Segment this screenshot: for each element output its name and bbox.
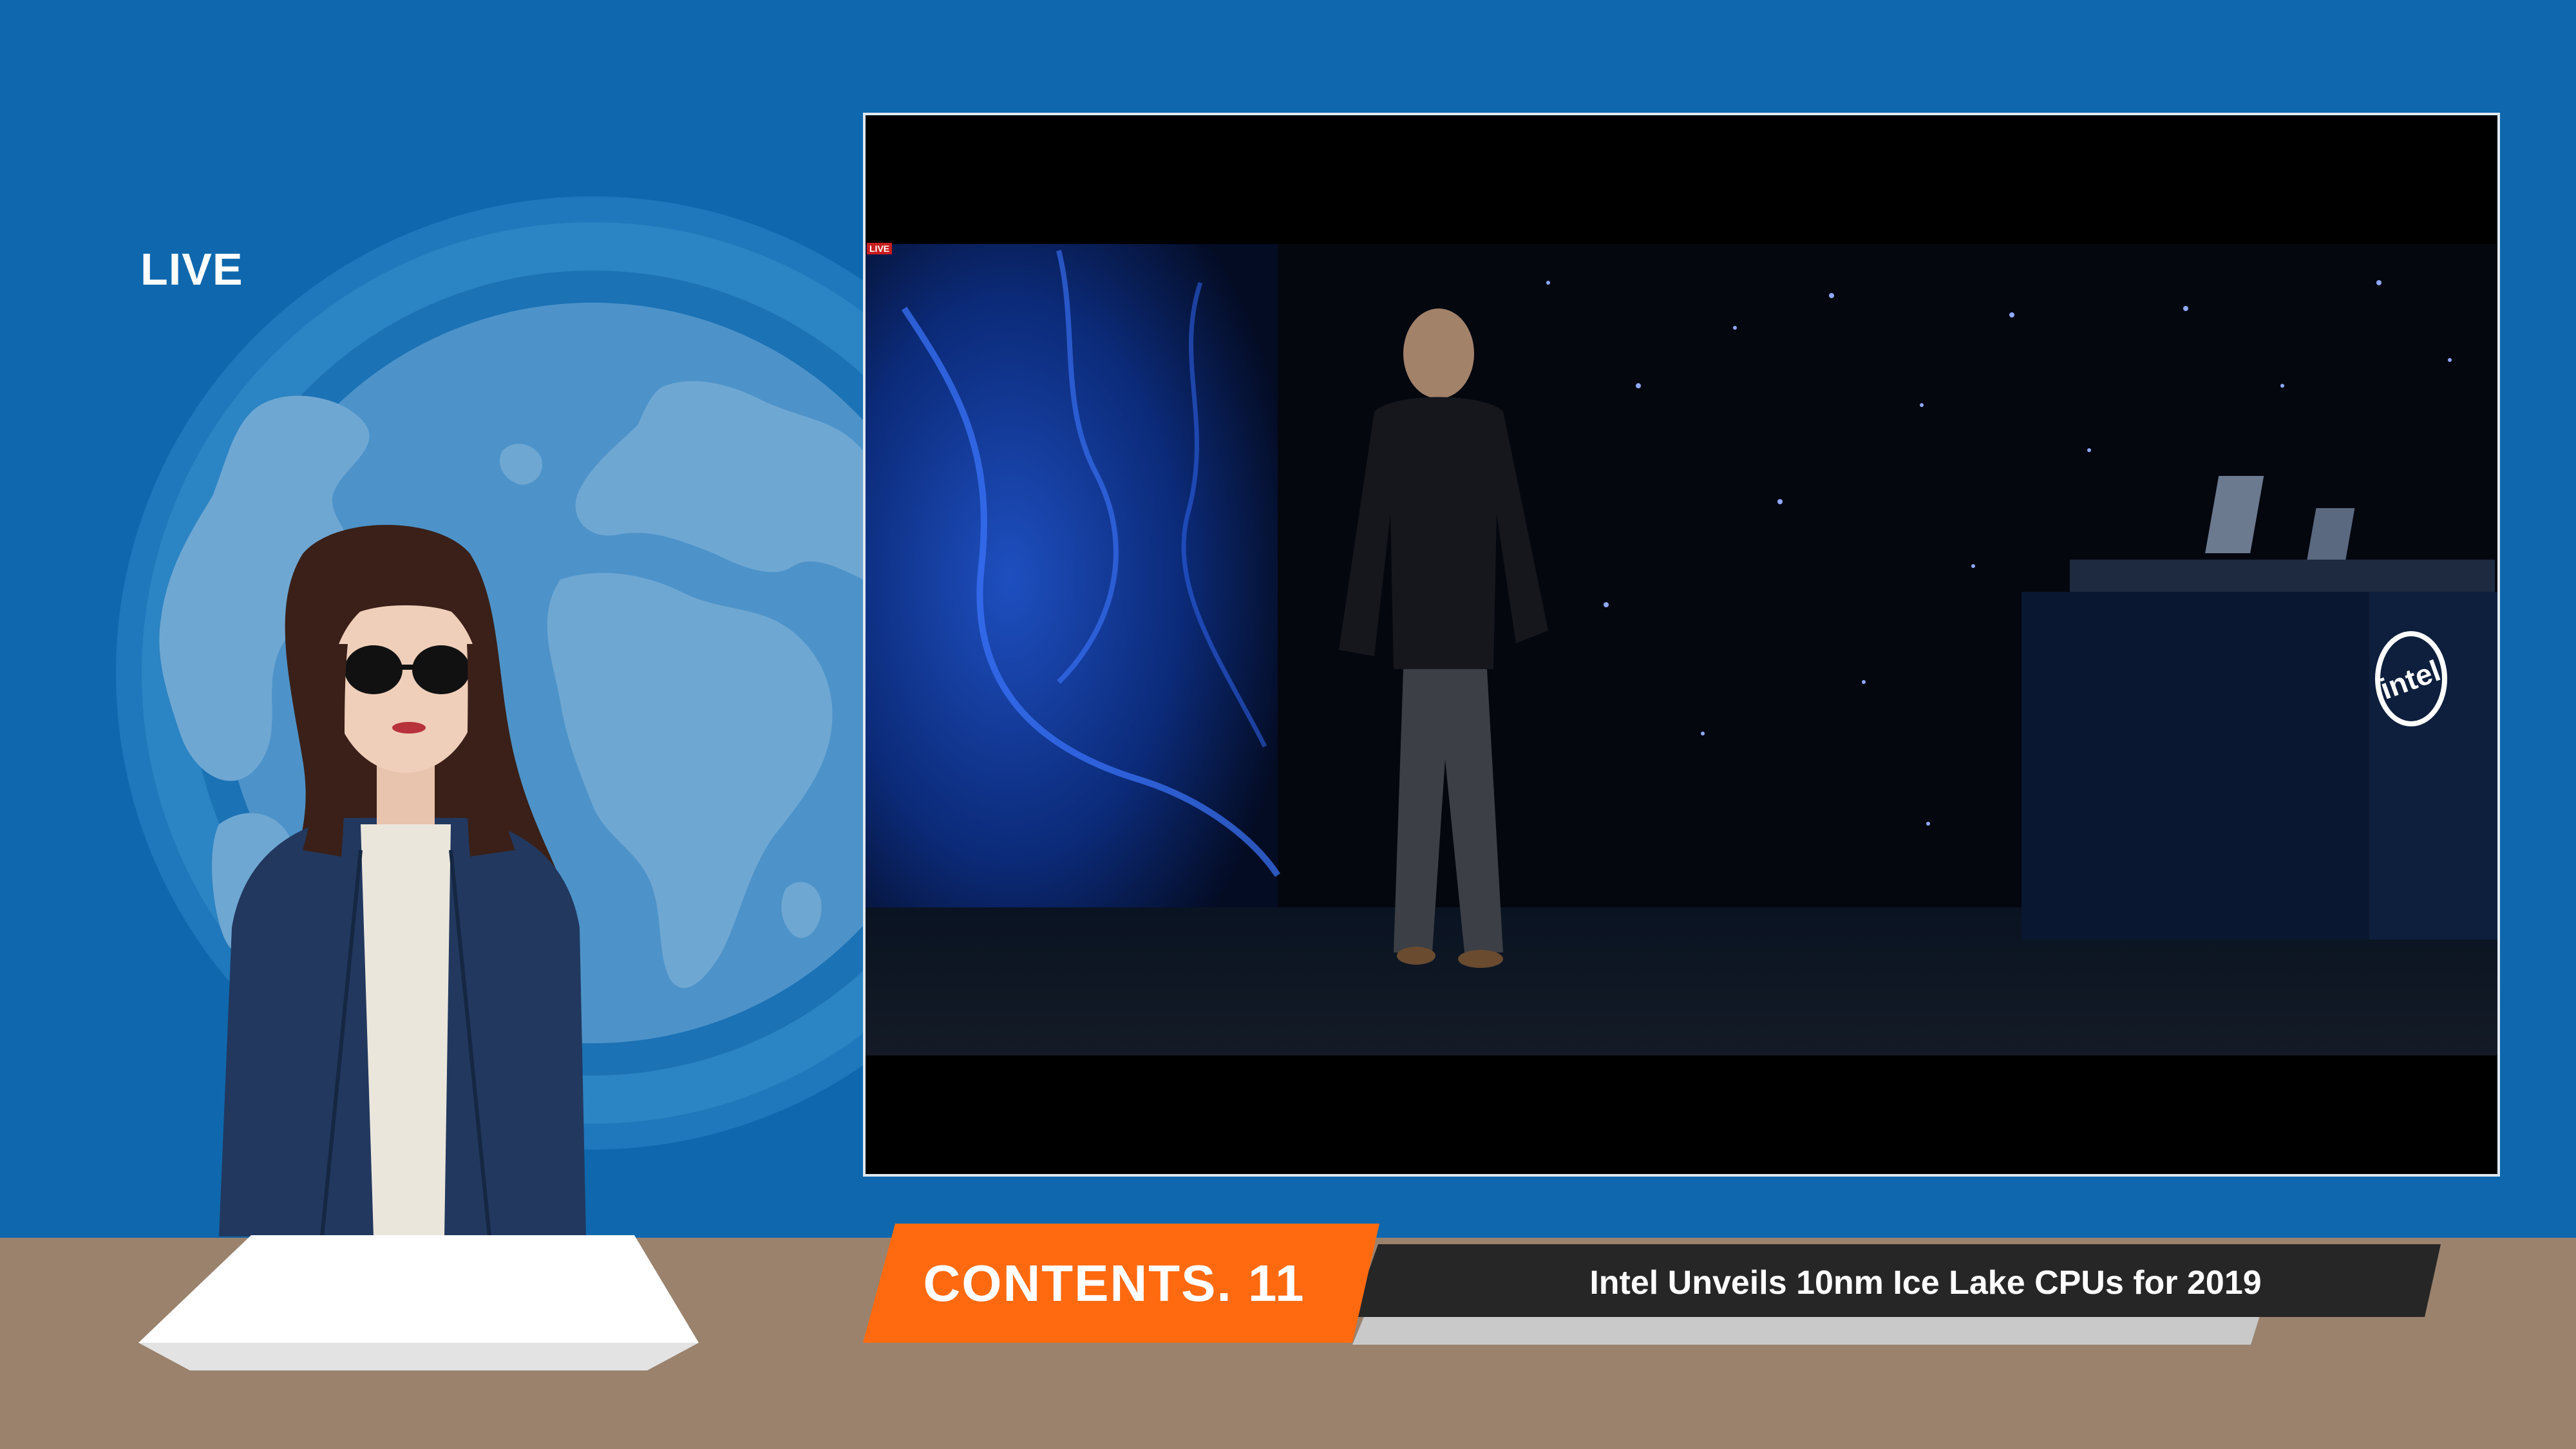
segment-label: CONTENTS. 11 <box>923 1254 1305 1312</box>
headline: Intel Unveils 10nm Ice Lake CPUs for 201… <box>1589 1264 2262 1302</box>
newscast-screen: LIVE intel LIVE CONTENTS. 11 Intel Unvei… <box>0 0 2576 1449</box>
